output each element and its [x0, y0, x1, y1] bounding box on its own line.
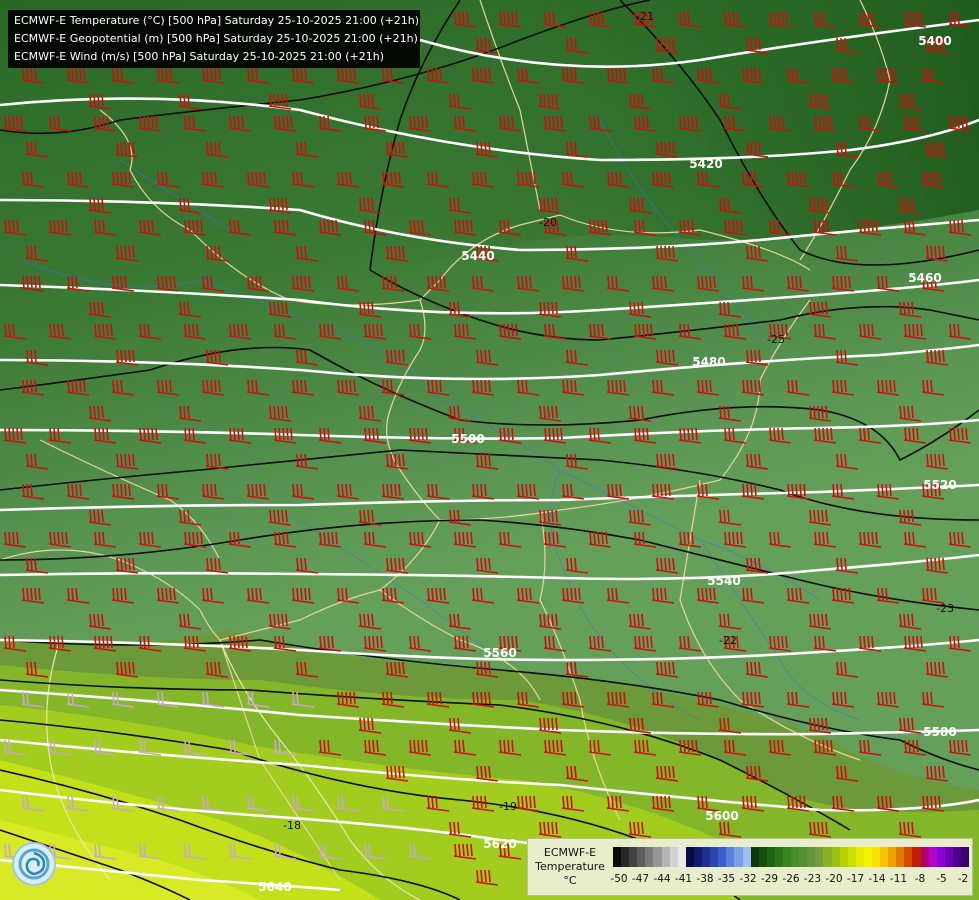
- legend-swatch: [807, 847, 816, 867]
- legend-swatch: [621, 847, 630, 867]
- legend-swatch: [944, 847, 953, 867]
- legend-swatch: [928, 847, 937, 867]
- legend-swatch: [839, 847, 848, 867]
- geopotential-label: 5600: [705, 809, 738, 823]
- legend-tick-label: -23: [803, 873, 822, 885]
- geopotential-label: 5440: [461, 249, 494, 263]
- legend-tick-label: -20: [825, 873, 843, 885]
- geopotential-label: 5580: [923, 725, 956, 739]
- legend-swatch: [952, 847, 962, 867]
- legend-swatch: [750, 847, 759, 867]
- wind-title: ECMWF-E Wind (m/s) [500 hPa] Saturday 25…: [14, 50, 384, 63]
- legend-swatch: [677, 847, 686, 867]
- legend-tick-label: -35: [717, 873, 736, 885]
- legend-swatch: [855, 847, 864, 867]
- legend-title-unit: °C: [563, 874, 577, 887]
- legend-tick-label: -38: [696, 873, 714, 885]
- ecmwf-swirl-logo-icon: [12, 842, 56, 886]
- legend-title-param: Temperature: [535, 860, 605, 873]
- legend-swatch: [718, 847, 727, 867]
- legend-swatch: [702, 847, 711, 867]
- legend-tick-label: -14: [868, 873, 886, 885]
- map-title-box: ECMWF-E Temperature (°C) [500 hPa] Satur…: [8, 10, 420, 68]
- legend-swatch: [920, 847, 929, 867]
- legend-tick-label: -26: [782, 873, 800, 885]
- geopotential-label: 5400: [918, 34, 951, 48]
- legend-swatch: [653, 847, 662, 867]
- legend-swatch: [791, 847, 800, 867]
- legend-swatch: [831, 847, 840, 867]
- legend-swatch: [774, 847, 783, 867]
- legend-swatch: [880, 847, 889, 867]
- legend-swatch: [710, 847, 719, 867]
- legend-swatch: [645, 847, 654, 867]
- legend-swatch: [637, 847, 646, 867]
- legend-swatch: [613, 847, 622, 867]
- legend-tick-label: -41: [674, 873, 693, 885]
- geopotential-label: 5620: [483, 837, 516, 851]
- temperature-label: -20: [539, 216, 557, 229]
- geopotential-label: 5520: [923, 478, 956, 492]
- legend-swatch: [799, 847, 808, 867]
- legend-tick-label: -47: [631, 873, 650, 885]
- legend-swatch: [872, 847, 881, 867]
- geopotential-label: 5540: [707, 574, 740, 588]
- geopotential-label: 5500: [451, 432, 484, 446]
- legend-swatch: [904, 847, 913, 867]
- temperature-label: -19: [499, 800, 517, 813]
- legend-swatch: [742, 847, 751, 867]
- legend-tick-label: -50: [610, 873, 628, 885]
- legend-tick-label: -2: [957, 873, 969, 885]
- legend-swatch: [782, 847, 792, 867]
- legend-swatch: [863, 847, 872, 867]
- legend-swatch: [766, 847, 775, 867]
- legend-title-model: ECMWF-E: [543, 846, 597, 859]
- temperature-label: -22: [719, 634, 737, 647]
- legend-swatch: [936, 847, 945, 867]
- temperature-legend: ECMWF-E Temperature °C -50 -47 -44 -41 -38 -3…: [527, 838, 973, 896]
- legend-swatch: [685, 847, 694, 867]
- legend-swatch: [629, 847, 638, 867]
- legend-swatch: [823, 847, 832, 867]
- legend-swatch: [912, 847, 921, 867]
- geopotential-label: 5480: [692, 355, 725, 369]
- temperature-label: -25: [767, 333, 785, 346]
- temperature-field: [0, 0, 979, 900]
- legend-swatch: [734, 847, 743, 867]
- geopotential-label: 5460: [908, 271, 941, 285]
- legend-color-bar: [613, 847, 970, 867]
- legend-swatch: [669, 847, 678, 867]
- legend-swatch: [693, 847, 703, 867]
- temperature-title: ECMWF-E Temperature (°C) [500 hPa] Satur…: [14, 14, 420, 27]
- legend-swatch: [888, 847, 897, 867]
- legend-swatch: [896, 847, 905, 867]
- legend-tick-label: -32: [739, 873, 757, 885]
- legend-swatch: [815, 847, 824, 867]
- temperature-label: -23: [936, 602, 954, 615]
- legend-swatch: [961, 847, 970, 867]
- legend-tick-label: -29: [760, 873, 779, 885]
- legend-swatch: [758, 847, 767, 867]
- legend-tick-label: -8: [914, 873, 926, 885]
- geopotential-label: 5420: [689, 157, 722, 171]
- legend-tick-label: -5: [936, 873, 947, 885]
- legend-swatch: [661, 847, 670, 867]
- temperature-label: -21: [636, 10, 654, 23]
- temperature-label: -18: [283, 819, 301, 832]
- legend-swatch: [847, 847, 856, 867]
- legend-swatch: [726, 847, 735, 867]
- legend-tick-label: -17: [846, 873, 865, 885]
- geopotential-label: 5640: [258, 880, 291, 894]
- legend-ticks: -50 -47 -44 -41 -38 -35 -32 -29 -26 -23 -20 -17 -14-…: [610, 873, 969, 887]
- legend-tick-label: -11: [889, 873, 908, 885]
- weather-map: 5400 5420 5440 5460 5480 5500 5520 5540 5560 5580…: [0, 0, 979, 900]
- geopotential-title: ECMWF-E Geopotential (m) [500 hPa] Satur…: [14, 32, 418, 45]
- legend-tick-label: -44: [653, 873, 671, 885]
- geopotential-label: 5560: [483, 646, 516, 660]
